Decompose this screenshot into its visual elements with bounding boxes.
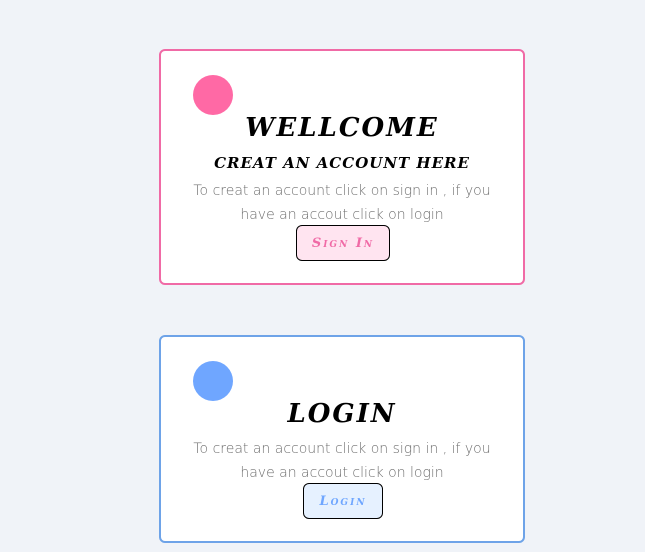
login-description: To creat an account click on sign in , i…	[193, 441, 491, 481]
signup-subtitle: CREAT AN ACCOUNT HERE	[214, 154, 470, 172]
signup-title: WELLCOME	[245, 113, 439, 143]
pink-circle-icon	[193, 75, 233, 115]
signup-description: To creat an account click on sign in , i…	[193, 183, 491, 223]
login-button[interactable]: Login	[303, 483, 383, 519]
signup-card: WELLCOME CREAT AN ACCOUNT HERE To creat …	[159, 49, 525, 285]
login-title: LOGIN	[287, 399, 397, 429]
blue-circle-icon	[193, 361, 233, 401]
login-card: LOGIN To creat an account click on sign …	[159, 335, 525, 543]
sign-in-button[interactable]: Sign In	[296, 225, 390, 261]
page: WELLCOME CREAT AN ACCOUNT HERE To creat …	[0, 0, 645, 552]
